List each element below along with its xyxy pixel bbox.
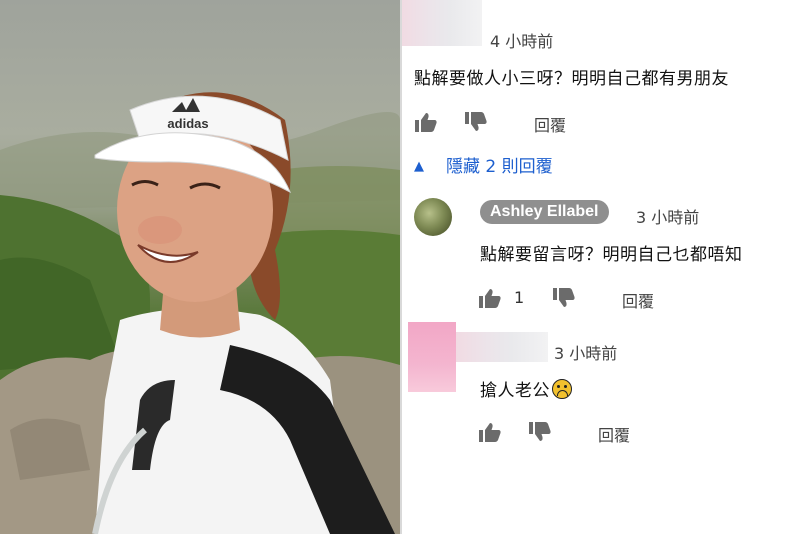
comment-text: 點解要做人小三呀？明明自己都有男朋友: [414, 69, 729, 89]
thumbs-down-icon[interactable]: [528, 421, 552, 443]
comments-panel: 4 小時前 點解要做人小三呀？明明自己都有男朋友 回覆 ▲ 隱藏 2 則回覆 As…: [402, 0, 800, 534]
blurred-author: [456, 332, 548, 362]
comment-text: 點解要留言呀？明明自己乜都唔知: [480, 245, 743, 265]
comment-timestamp: 3 小時前: [636, 208, 700, 227]
avatar[interactable]: [414, 198, 452, 236]
comment-timestamp: 4 小時前: [490, 32, 554, 51]
hiker-photo: adidas: [0, 0, 400, 534]
thumbs-down-icon[interactable]: [464, 111, 488, 133]
frowning-face-emoji: [552, 379, 572, 399]
blurred-avatar: [408, 322, 456, 392]
thumbs-up-icon[interactable]: [414, 111, 438, 133]
visor-brand-text: adidas: [167, 116, 208, 131]
comment-timestamp: 3 小時前: [554, 344, 618, 363]
reply-button[interactable]: 回覆: [598, 422, 630, 446]
comment-3: 3 小時前 搶人老公 回覆: [402, 322, 800, 462]
hide-replies-label: 隱藏 2 則回覆: [446, 157, 553, 177]
hide-replies-link[interactable]: ▲ 隱藏 2 則回覆: [414, 152, 553, 178]
caret-up-icon: ▲: [414, 159, 424, 174]
comment-text-body: 搶人老公: [480, 381, 550, 401]
comment-text: 搶人老公: [480, 376, 572, 401]
photo-illustration: adidas: [0, 92, 400, 534]
comment-1: 4 小時前 點解要做人小三呀？明明自己都有男朋友 回覆: [402, 0, 800, 150]
comment-2: Ashley Ellabel 3 小時前 點解要留言呀？明明自己乜都唔知 1 回…: [402, 190, 800, 320]
reply-button[interactable]: 回覆: [534, 112, 566, 136]
reply-button[interactable]: 回覆: [622, 288, 654, 312]
author-name-chip[interactable]: Ashley Ellabel: [480, 200, 609, 224]
blurred-author: [402, 0, 482, 46]
thumbs-down-icon[interactable]: [552, 287, 576, 309]
thumbs-up-icon[interactable]: [478, 287, 502, 309]
like-count: 1: [514, 288, 525, 307]
thumbs-up-icon[interactable]: [478, 421, 502, 443]
